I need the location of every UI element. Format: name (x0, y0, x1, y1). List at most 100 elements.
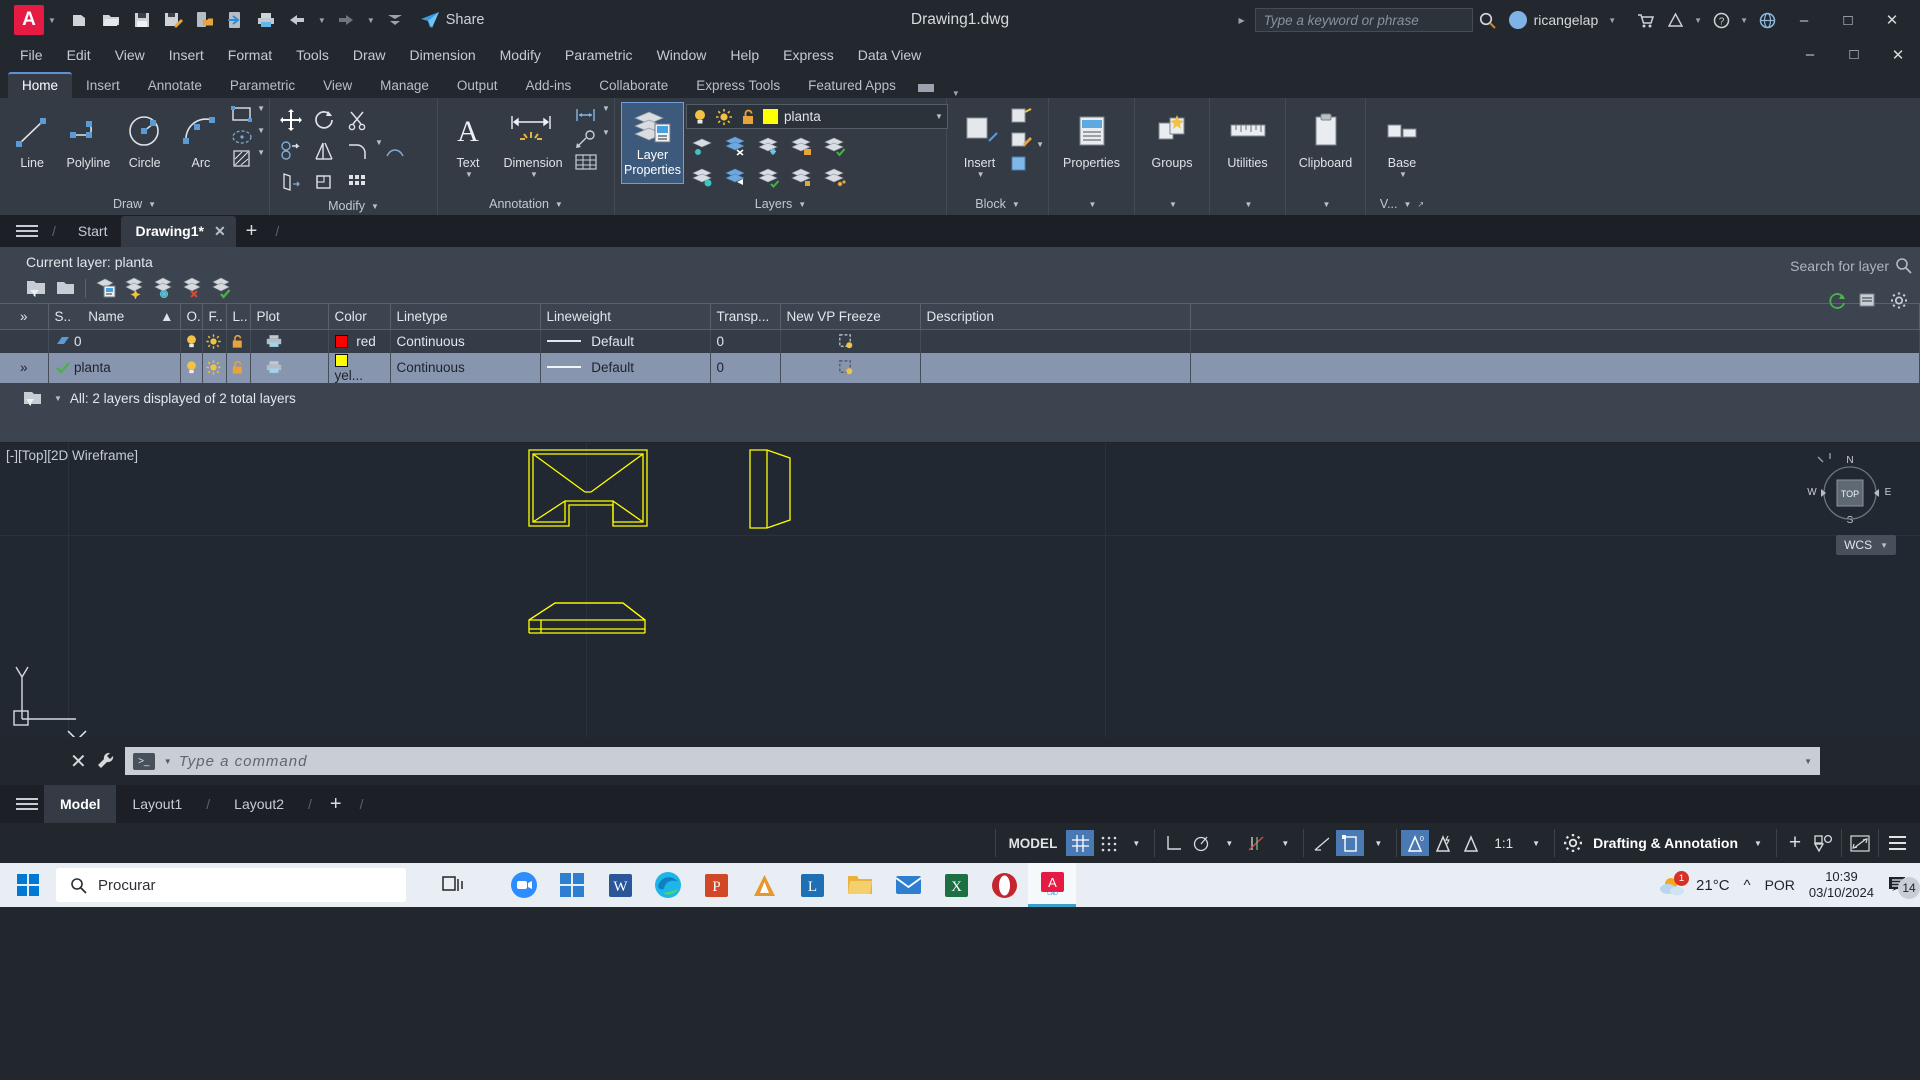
lightbulb-on-icon[interactable] (691, 108, 709, 126)
new-group-filter-icon[interactable] (51, 275, 78, 301)
panel-label-layers[interactable]: Layers ▼ (615, 193, 946, 215)
add-tool-icon[interactable]: + (1781, 830, 1809, 856)
settings-icon[interactable] (1889, 291, 1910, 310)
row-status-icon-cell[interactable] (48, 353, 70, 383)
base-chevron-icon[interactable]: ▼ (1399, 170, 1407, 179)
command-history-chevron-icon[interactable]: ▼ (164, 757, 172, 766)
taskbar-app-opera[interactable] (980, 863, 1028, 907)
row-transparency-cell[interactable]: 0 (710, 352, 781, 383)
layer-states-manager-icon[interactable] (93, 275, 120, 301)
elevation-drawing[interactable] (525, 595, 653, 645)
fillet-icon[interactable] (340, 135, 373, 166)
menu-item-format[interactable]: Format (216, 40, 284, 70)
workspace-chevron-icon[interactable]: ▼ (1744, 830, 1772, 856)
close-doc-button[interactable]: ✕ (1876, 46, 1920, 64)
leader-chevron-icon[interactable]: ▼ (602, 128, 610, 152)
customize-icon[interactable] (381, 5, 410, 35)
close-tab-icon[interactable]: ✕ (214, 223, 226, 240)
mirror-icon[interactable] (307, 135, 340, 166)
layer-isolate-icon[interactable] (686, 131, 719, 162)
layer-previous-icon[interactable] (719, 162, 752, 193)
dimension-chevron-icon[interactable]: ▼ (530, 170, 538, 179)
row-plot-cell[interactable] (250, 329, 329, 353)
row-lineweight-cell[interactable]: Default (540, 329, 711, 353)
menu-item-edit[interactable]: Edit (55, 40, 103, 70)
ribbon-tab-insert[interactable]: Insert (72, 74, 134, 98)
taskbar-app-powerpoint[interactable]: P (692, 863, 740, 907)
user-chevron-icon[interactable]: ▼ (1604, 16, 1620, 25)
isolate-objects-icon[interactable] (1809, 830, 1837, 856)
layer-states-icon[interactable] (818, 162, 851, 193)
row-lineweight-cell[interactable]: Default (540, 352, 711, 383)
layer-make-current-icon[interactable] (752, 162, 785, 193)
block-chevron-icon[interactable]: ▼ (1036, 140, 1044, 149)
copy-icon[interactable] (274, 135, 307, 166)
undo-chevron-icon[interactable]: ▼ (314, 16, 330, 25)
menu-item-draw[interactable]: Draw (341, 40, 398, 70)
row-color-cell[interactable]: red (328, 329, 391, 353)
clipboard-panel-chevron-icon[interactable]: ▼ (1323, 200, 1331, 209)
layout-tab-layout1[interactable]: Layout1 (116, 796, 198, 812)
ribbon-tab-output[interactable]: Output (443, 74, 512, 98)
rotate-icon[interactable] (307, 104, 340, 135)
row-plot-cell[interactable] (250, 352, 329, 383)
column-header-lineweight[interactable]: Lineweight (540, 303, 711, 330)
menu-item-dimension[interactable]: Dimension (398, 40, 488, 70)
snap-mode-toggle[interactable] (1094, 830, 1122, 856)
customization-icon[interactable] (1883, 830, 1912, 856)
column-header-lock[interactable]: L.. (226, 303, 251, 330)
ribbon-tab-express-tools[interactable]: Express Tools (682, 74, 794, 98)
row-description-cell[interactable] (920, 329, 1191, 353)
column-header-plot[interactable]: Plot (250, 303, 329, 330)
properties-button[interactable]: Properties (1053, 104, 1130, 170)
base-view-button[interactable]: Base ▼ (1370, 104, 1434, 179)
layer-match-icon[interactable] (785, 162, 818, 193)
model-space-button[interactable]: MODEL (1000, 830, 1067, 856)
redo-chevron-icon[interactable]: ▼ (363, 16, 379, 25)
panel-label-draw[interactable]: Draw ▼ (0, 193, 269, 215)
ortho-mode-toggle[interactable] (1159, 830, 1187, 856)
workspace-name[interactable]: Drafting & Annotation (1587, 835, 1744, 851)
restore-window-button[interactable]: □ (1826, 0, 1870, 40)
rectangle-chevron-icon[interactable]: ▼ (257, 104, 265, 126)
linear-dimension-icon[interactable] (572, 104, 600, 128)
panel-label-groups[interactable]: ▼ (1135, 193, 1209, 215)
layer-unisolate-icon[interactable] (686, 162, 719, 193)
filter-chevron-icon[interactable]: ▼ (54, 394, 62, 403)
snap-mode-chevron-icon[interactable]: ▼ (1122, 830, 1150, 856)
app-menu-chevron-icon[interactable]: ▼ (44, 16, 60, 25)
layer-off-icon[interactable] (752, 131, 785, 162)
ellipse-chevron-icon[interactable]: ▼ (257, 126, 265, 148)
row-new-vp-freeze-cell[interactable] (780, 352, 921, 383)
annotation-scale-value[interactable]: 1:1 (1485, 830, 1522, 856)
taskbar-app-excel[interactable]: X (932, 863, 980, 907)
text-chevron-icon[interactable]: ▼ (465, 170, 473, 179)
fullscreen-icon[interactable] (1846, 830, 1874, 856)
ucs-chevron-icon[interactable]: ▼ (1364, 830, 1392, 856)
dimension-button[interactable]: Dimension ▼ (494, 104, 572, 179)
row-on-cell[interactable] (180, 352, 203, 383)
polyline-button[interactable]: Polyline (60, 104, 116, 170)
taskbar-app-microsoft-store[interactable] (548, 863, 596, 907)
drawing-canvas[interactable]: [-][Top][2D Wireframe] N S W E TOP WCS ▼ (0, 443, 1920, 737)
modify-chevron-icon[interactable]: ▼ (375, 138, 383, 147)
ribbon-tab-featured-apps[interactable]: Featured Apps (794, 74, 910, 98)
new-icon[interactable] (66, 5, 95, 35)
autoscale-toggle[interactable] (1429, 830, 1457, 856)
clipboard-button[interactable]: Clipboard (1290, 104, 1361, 170)
edit-block-icon[interactable] (1008, 128, 1034, 152)
help-icon[interactable]: ? (1706, 5, 1736, 35)
new-layer-filter-icon[interactable] (22, 275, 49, 301)
new-layout-button[interactable]: + (320, 793, 352, 816)
notification-center[interactable]: 14 (1888, 875, 1920, 899)
new-layer-vp-frozen-icon[interactable] (151, 275, 178, 301)
column-header-transparency[interactable]: Transp... (710, 303, 781, 330)
linear-dim-chevron-icon[interactable]: ▼ (602, 104, 610, 128)
row-transparency-cell[interactable]: 0 (710, 329, 781, 353)
ribbon-tab-home[interactable]: Home (8, 72, 73, 98)
insert-block-button[interactable]: Insert ▼ (951, 104, 1008, 179)
menu-item-help[interactable]: Help (718, 40, 771, 70)
close-window-button[interactable]: ✕ (1870, 0, 1914, 40)
polar-tracking-toggle[interactable] (1187, 830, 1215, 856)
unlock-icon[interactable] (739, 108, 757, 126)
